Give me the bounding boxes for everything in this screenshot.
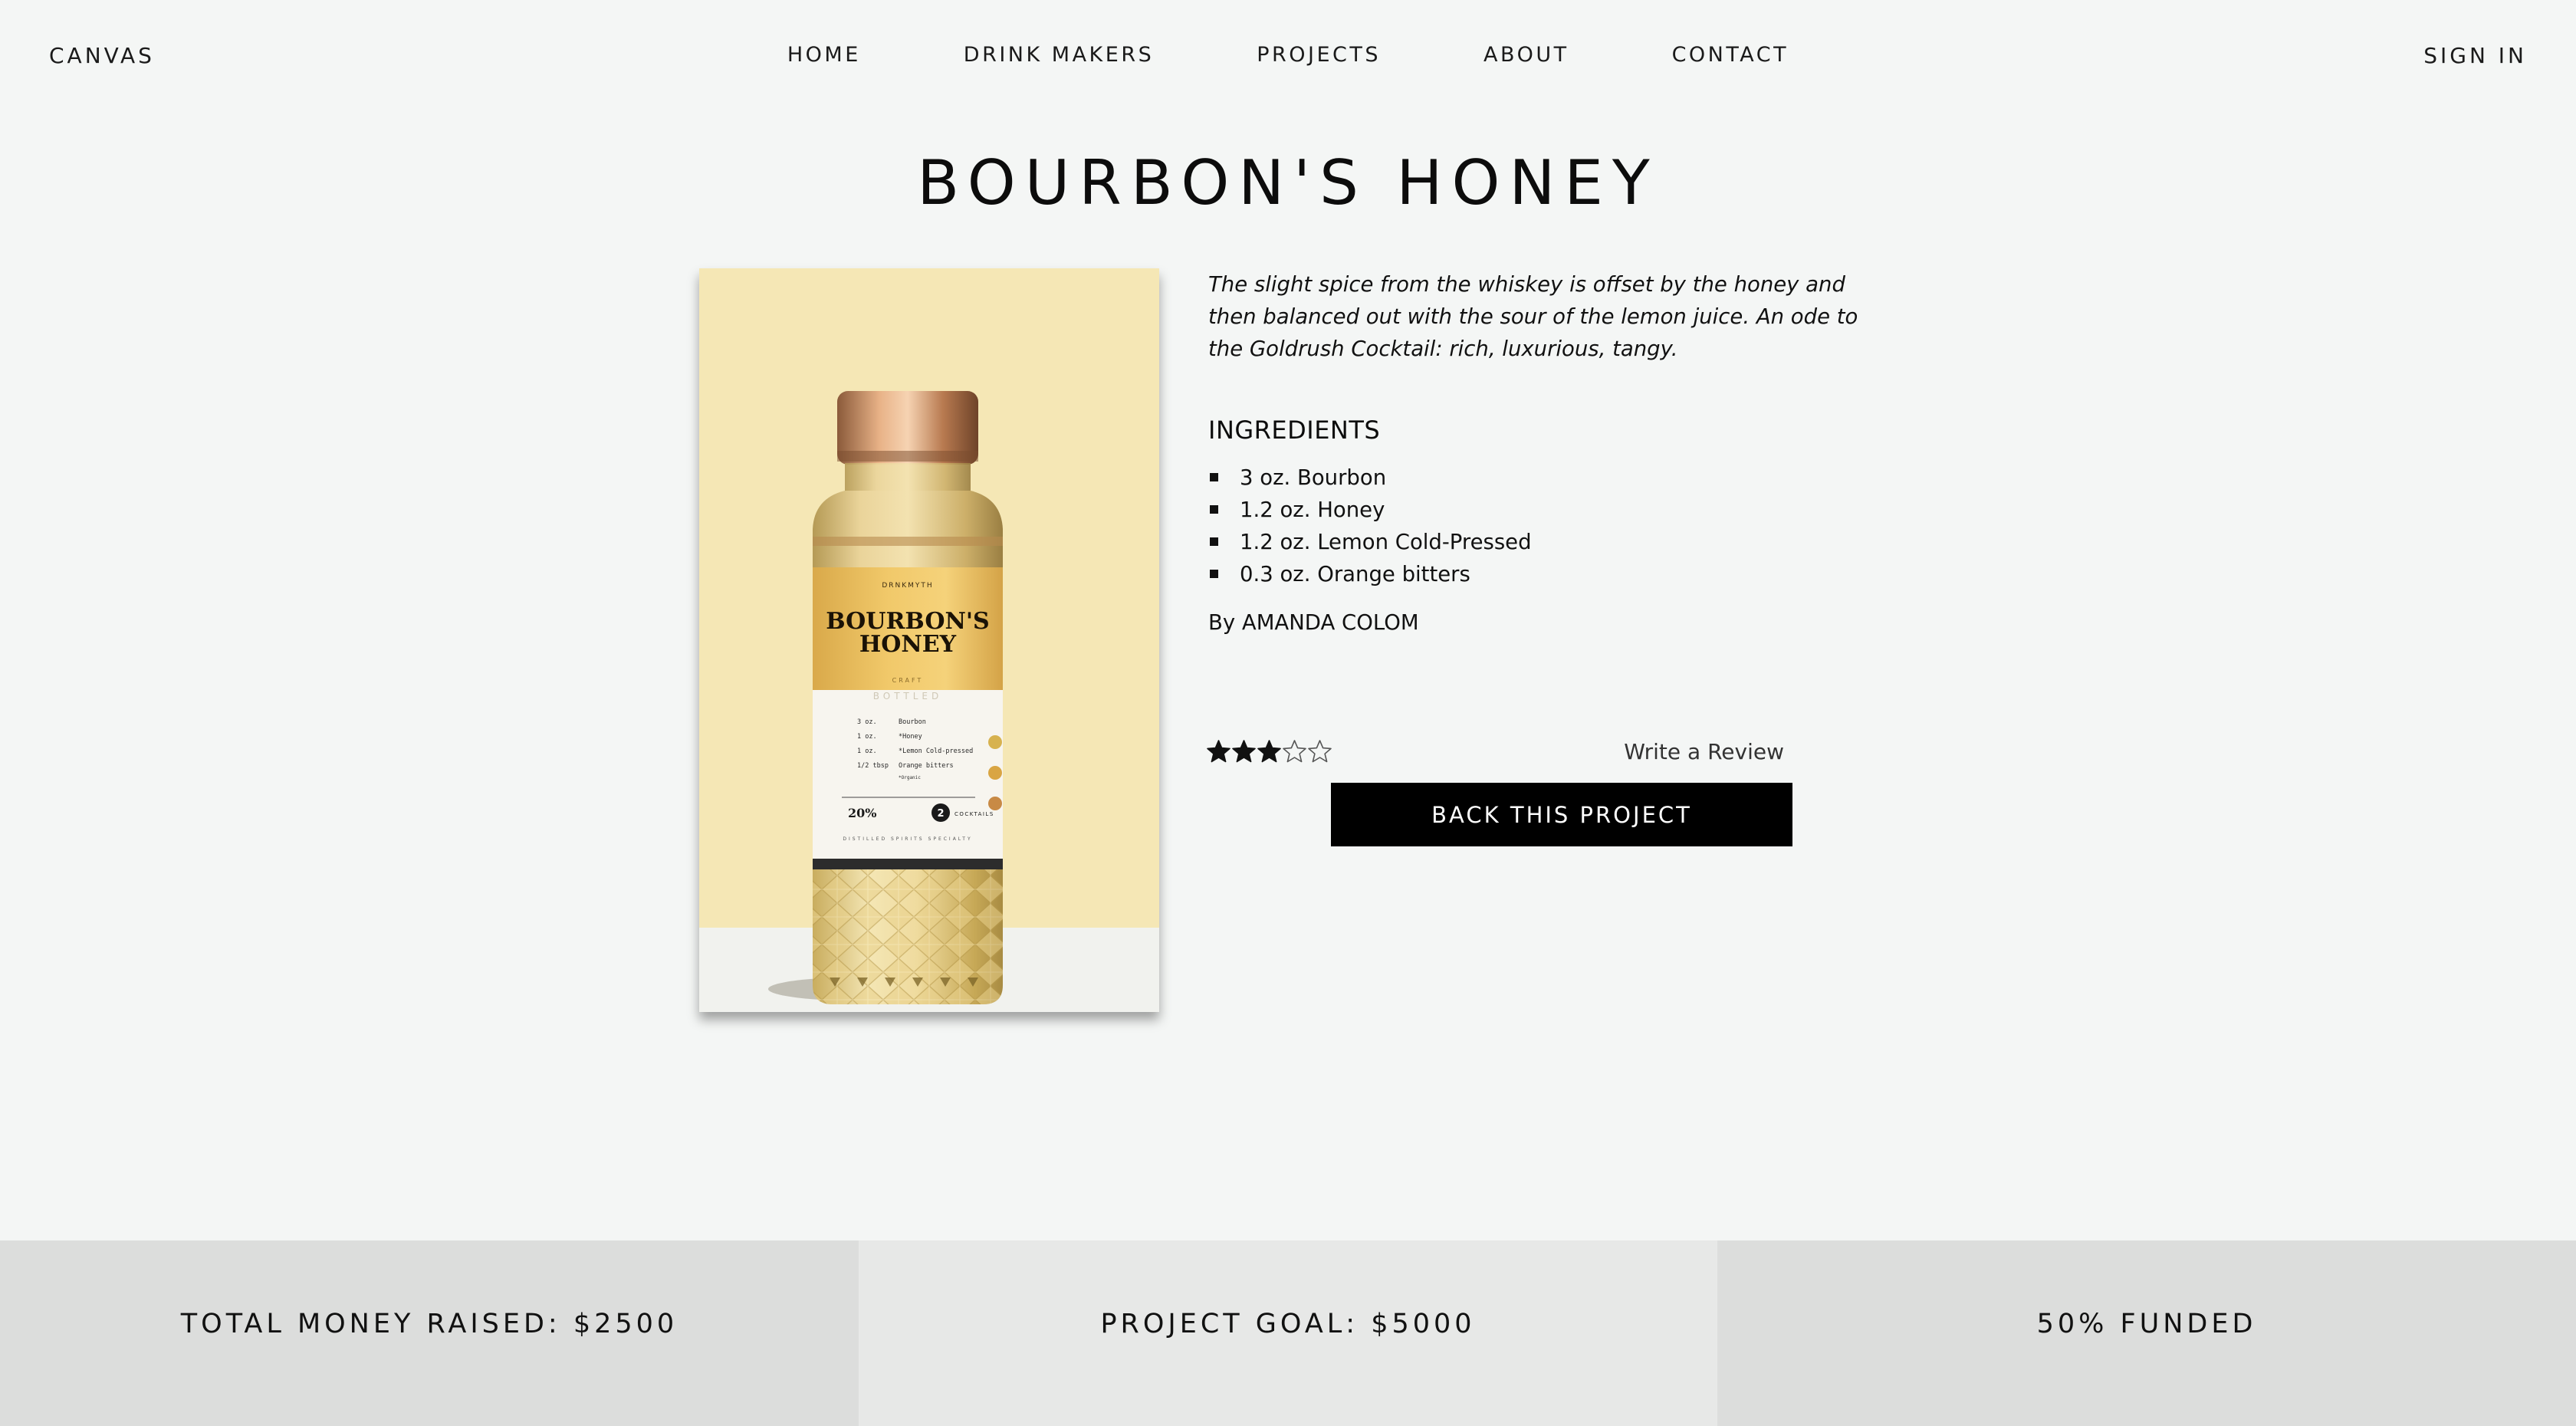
star-rating [1206,739,1332,764]
project-author: By AMANDA COLOM [1208,610,1419,635]
project-goal: PROJECT GOAL: $5000 [859,1240,1717,1426]
back-this-project-button[interactable]: BACK THIS PROJECT [1331,783,1792,846]
funding-stats: TOTAL MONEY RAISED: $2500 PROJECT GOAL: … [0,1240,2576,1426]
ingredients-list: 3 oz. Bourbon 1.2 oz. Honey 1.2 oz. Lemo… [1208,462,1883,590]
bullet-icon [1210,537,1218,546]
svg-text:3 oz.: 3 oz. [857,718,877,726]
ingredient-text: 0.3 oz. Orange bitters [1240,562,1470,586]
project-details: The slight spice from the whiskey is off… [1208,268,1883,635]
ingredient-item: 1.2 oz. Lemon Cold-Pressed [1208,526,1883,558]
ingredients-heading: INGREDIENTS [1208,416,1381,445]
svg-text:1 oz.: 1 oz. [857,748,877,755]
nav-link-about[interactable]: ABOUT [1484,43,1569,67]
project-title: BOURBON'S HONEY [917,147,1659,219]
svg-text:1 oz.: 1 oz. [857,733,877,741]
nav-link-drink-makers[interactable]: DRINK MAKERS [964,43,1154,67]
ingredient-item: 1.2 oz. Honey [1208,494,1883,526]
sign-in-link[interactable]: SIGN IN [2423,43,2527,68]
funded-percentage: 50% FUNDED [1717,1240,2576,1426]
svg-text:Orange bitters: Orange bitters [899,762,954,770]
bullet-icon [1210,473,1218,481]
svg-text:CRAFT: CRAFT [892,677,924,684]
product-image: DRNKMYTH BOURBON'S HONEY CRAFT BOTTLED 3… [699,268,1159,1012]
svg-text:1/2 tbsp: 1/2 tbsp [857,762,889,770]
svg-text:COCKTAILS: COCKTAILS [955,811,994,817]
svg-text:*Organic: *Organic [899,775,921,780]
ingredient-text: 3 oz. Bourbon [1240,465,1387,490]
svg-text:*Lemon Cold-pressed: *Lemon Cold-pressed [899,748,973,755]
nav-link-contact[interactable]: CONTACT [1672,43,1789,67]
rating-row: Write a Review [1206,739,1789,767]
svg-text:20%: 20% [848,806,876,820]
svg-text:*Honey: *Honey [899,733,922,741]
star-empty-icon[interactable] [1307,739,1332,764]
svg-text:DRNKMYTH: DRNKMYTH [882,582,933,590]
star-filled-icon[interactable] [1257,739,1282,764]
bullet-icon [1210,505,1218,514]
svg-text:BOTTLED: BOTTLED [873,691,942,702]
ingredient-text: 1.2 oz. Honey [1240,498,1385,522]
svg-text:HONEY: HONEY [859,631,957,658]
bullet-icon [1210,570,1218,578]
nav-link-home[interactable]: HOME [787,43,861,67]
main-nav-links: HOME DRINK MAKERS PROJECTS ABOUT CONTACT [0,43,2576,67]
project-description: The slight spice from the whiskey is off… [1208,272,1858,361]
star-filled-icon[interactable] [1206,739,1231,764]
star-filled-icon[interactable] [1231,739,1257,764]
top-navigation: CANVAS HOME DRINK MAKERS PROJECTS ABOUT … [0,0,2576,115]
svg-text:DISTILLED SPIRITS SPECIALTY: DISTILLED SPIRITS SPECIALTY [843,836,972,842]
svg-text:Bourbon: Bourbon [899,718,926,726]
ingredient-text: 1.2 oz. Lemon Cold-Pressed [1240,530,1532,554]
write-review-link[interactable]: Write a Review [1624,739,1784,764]
nav-link-projects[interactable]: PROJECTS [1257,43,1381,67]
total-money-raised: TOTAL MONEY RAISED: $2500 [0,1240,859,1426]
star-empty-icon[interactable] [1282,739,1307,764]
ingredient-item: 3 oz. Bourbon [1208,462,1883,494]
svg-text:2: 2 [937,808,944,820]
ingredient-item: 0.3 oz. Orange bitters [1208,558,1883,590]
